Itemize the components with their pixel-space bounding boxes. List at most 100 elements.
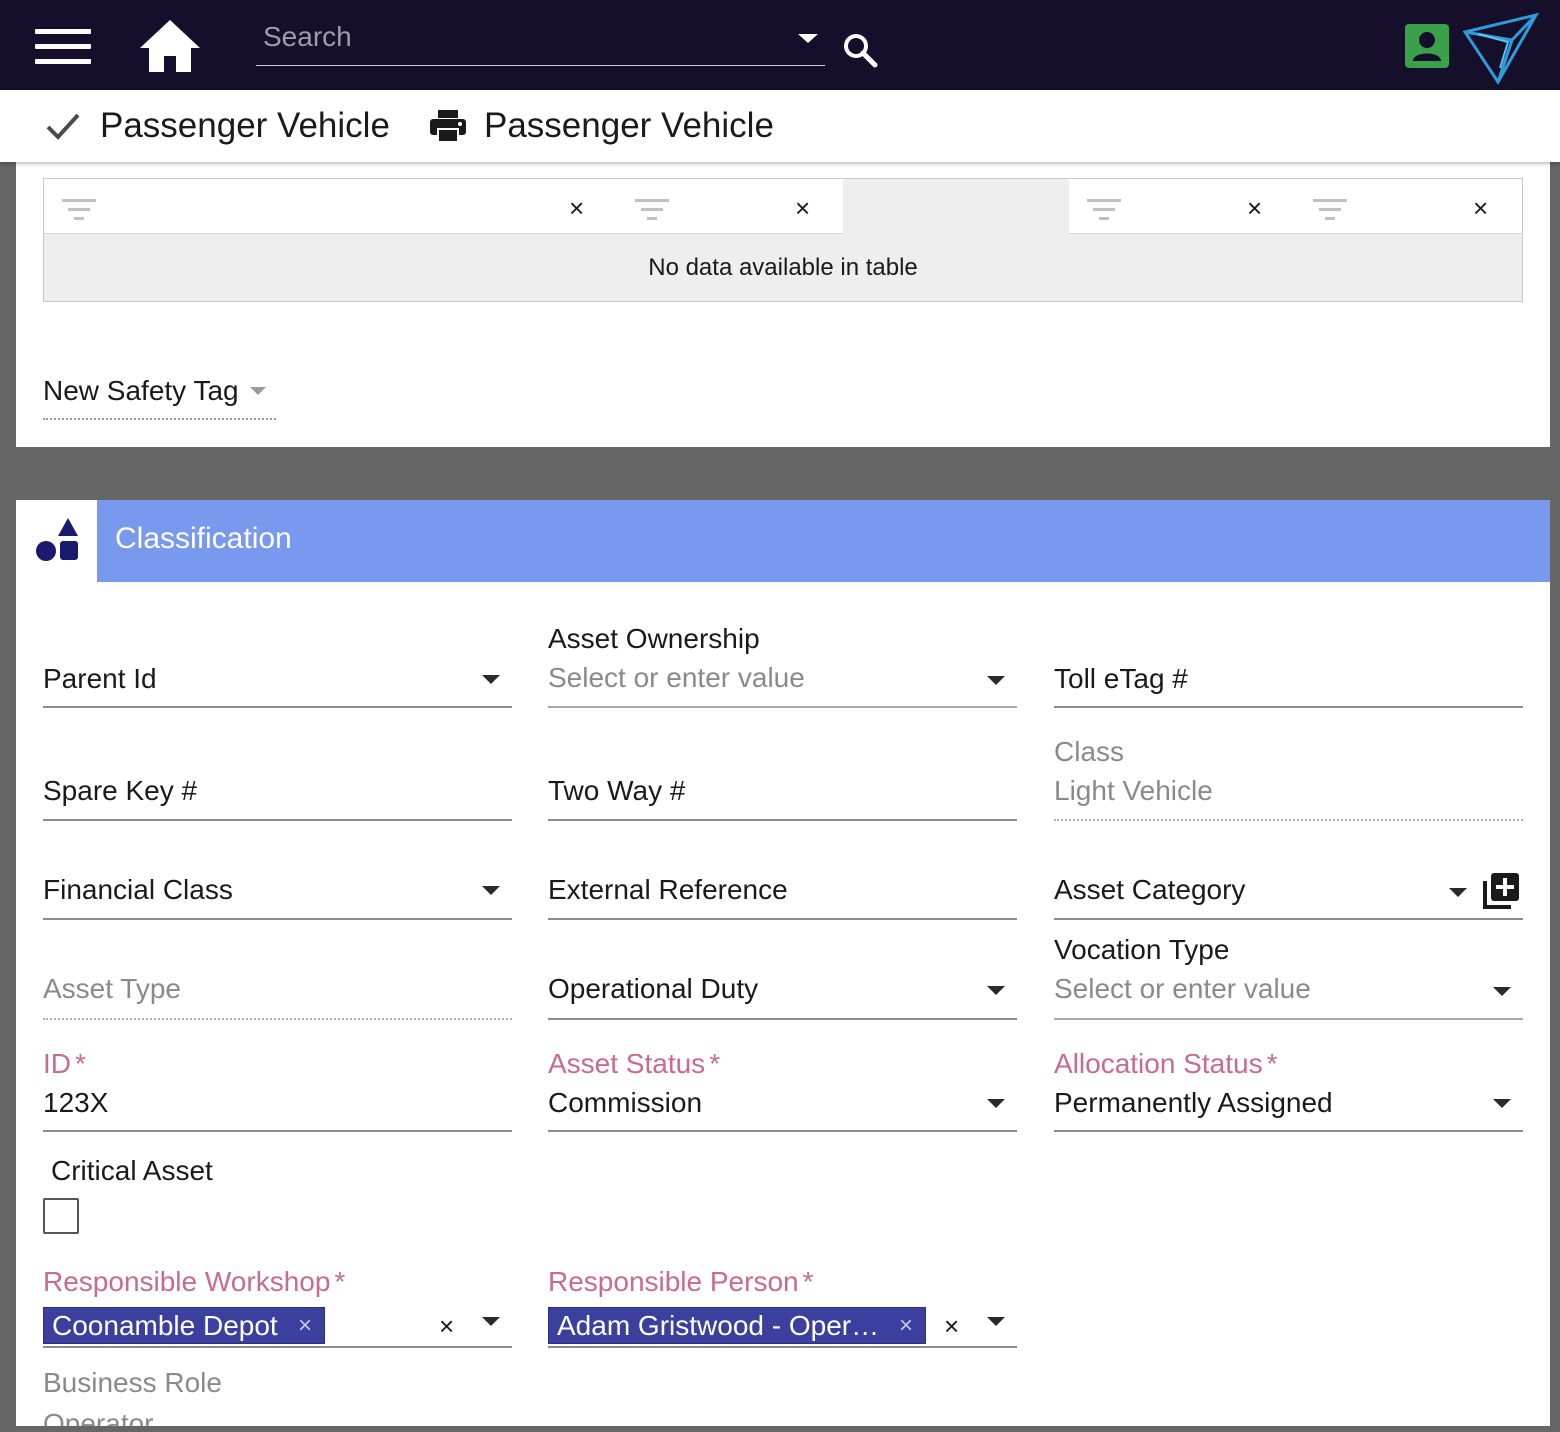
logo-icon: [1462, 12, 1540, 86]
asset-status-dropdown[interactable]: Asset Status * Commission: [548, 1038, 1017, 1132]
business-role-label: Business Role: [43, 1367, 222, 1398]
chip-label: Adam Gristwood - Oper…: [557, 1310, 880, 1341]
allocation-status-value: Permanently Assigned: [1054, 1087, 1333, 1118]
new-safety-tag-label: New Safety Tag: [43, 375, 239, 406]
external-reference-field[interactable]: External Reference: [548, 858, 1017, 920]
save-action[interactable]: Passenger Vehicle: [46, 104, 390, 148]
chevron-down-icon: [482, 1317, 500, 1326]
critical-asset-label: Critical Asset: [51, 1155, 213, 1186]
table-filter-row: × × × ×: [44, 179, 1522, 234]
safety-tags-table: × × × × No data available in table: [43, 178, 1523, 302]
clear-selection-icon[interactable]: ×: [439, 1311, 454, 1342]
clear-filter-icon[interactable]: ×: [795, 195, 810, 221]
class-value: Light Vehicle: [1054, 775, 1213, 806]
id-label: ID *: [43, 1048, 86, 1079]
allocation-status-dropdown[interactable]: Allocation Status * Permanently Assigned: [1054, 1038, 1523, 1132]
section-title: Classification: [115, 522, 292, 555]
class-field: Class Light Vehicle: [1054, 728, 1523, 821]
asset-ownership-label: Asset Ownership: [548, 623, 760, 654]
chip-remove-icon[interactable]: ×: [298, 1312, 312, 1340]
two-way-field[interactable]: Two Way #: [548, 758, 1017, 821]
vocation-type-dropdown[interactable]: Vocation Type Select or enter value: [1054, 928, 1523, 1020]
critical-asset-checkbox[interactable]: [43, 1198, 79, 1234]
responsible-person-select[interactable]: Responsible Person * Adam Gristwood - Ope…: [548, 1265, 1017, 1348]
selected-chip: Adam Gristwood - Oper… ×: [548, 1307, 926, 1344]
chevron-down-icon: [1493, 987, 1511, 996]
search-dropdown-icon[interactable]: [798, 34, 818, 43]
record-toolbar: Passenger Vehicle Passenger Vehicle: [0, 90, 1560, 162]
print-icon: [429, 109, 467, 143]
asset-status-value: Commission: [548, 1087, 703, 1118]
home-icon[interactable]: [138, 18, 202, 74]
parent-id-label: Parent Id: [43, 663, 157, 694]
user-account-icon[interactable]: [1404, 23, 1450, 69]
filter-icon: [62, 199, 96, 220]
print-action-label: Passenger Vehicle: [484, 106, 774, 145]
toll-etag-field[interactable]: Toll eTag #: [1054, 645, 1523, 708]
two-way-label: Two Way #: [548, 775, 686, 806]
clear-selection-icon[interactable]: ×: [944, 1311, 959, 1342]
search-input[interactable]: [263, 20, 783, 54]
chevron-down-icon: [1493, 1099, 1511, 1108]
chevron-down-icon: [987, 986, 1005, 995]
vocation-type-placeholder: Select or enter value: [1054, 973, 1311, 1004]
chevron-down-icon: [987, 676, 1005, 685]
vocation-type-label: Vocation Type: [1054, 934, 1230, 965]
spare-key-label: Spare Key #: [43, 775, 198, 806]
chevron-down-icon: [987, 1317, 1005, 1326]
business-role-field: Business Role Operator: [43, 1366, 512, 1426]
responsible-person-label: Responsible Person *: [548, 1266, 814, 1297]
asset-ownership-placeholder: Select or enter value: [548, 662, 805, 693]
filter-icon: [1313, 199, 1347, 220]
check-icon: [46, 111, 80, 141]
chevron-down-icon: [482, 886, 500, 895]
asset-category-dropdown[interactable]: Asset Category: [1054, 858, 1523, 920]
chevron-down-icon: [987, 1099, 1005, 1108]
financial-class-label: Financial Class: [43, 874, 233, 905]
column-filter[interactable]: ×: [1295, 179, 1522, 234]
asset-ownership-dropdown[interactable]: Asset Ownership Select or enter value: [548, 615, 1017, 708]
responsible-workshop-select[interactable]: Responsible Workshop * Coonamble Depot × …: [43, 1265, 512, 1348]
spare-key-field[interactable]: Spare Key #: [43, 758, 512, 821]
section-title-bar: Classification: [97, 500, 1550, 582]
empty-table-message: No data available in table: [44, 234, 1522, 301]
operational-duty-dropdown[interactable]: Operational Duty: [548, 958, 1017, 1020]
empty-filter-cell: [843, 179, 1069, 234]
clear-filter-icon[interactable]: ×: [1247, 195, 1262, 221]
add-category-icon[interactable]: [1482, 872, 1520, 910]
classification-card: Classification Parent Id Asset Ownership…: [16, 500, 1550, 1426]
search-field[interactable]: [256, 14, 825, 66]
chip-remove-icon[interactable]: ×: [899, 1312, 913, 1340]
clear-filter-icon[interactable]: ×: [569, 195, 584, 221]
allocation-status-label: Allocation Status *: [1054, 1048, 1278, 1079]
toll-etag-label: Toll eTag #: [1054, 663, 1188, 694]
chevron-down-icon: [482, 675, 500, 684]
id-field[interactable]: ID * 123X: [43, 1038, 512, 1132]
class-label: Class: [1054, 736, 1125, 767]
column-filter[interactable]: ×: [44, 179, 617, 234]
chevron-down-icon: [1449, 888, 1467, 897]
parent-id-dropdown[interactable]: Parent Id: [43, 645, 512, 708]
classification-header[interactable]: Classification: [16, 500, 1550, 582]
shapes-icon: [16, 500, 97, 582]
clear-filter-icon[interactable]: ×: [1473, 195, 1488, 221]
filter-icon: [635, 199, 669, 220]
menu-icon[interactable]: [35, 27, 91, 65]
safety-tags-card: × × × × No data available in table New S…: [16, 160, 1550, 447]
column-filter[interactable]: ×: [1069, 179, 1295, 234]
new-safety-tag-dropdown[interactable]: New Safety Tag: [43, 370, 276, 420]
business-role-value: Operator: [43, 1408, 154, 1426]
asset-status-label: Asset Status *: [548, 1048, 721, 1079]
save-action-label: Passenger Vehicle: [100, 106, 390, 145]
asset-type-field: Asset Type: [43, 958, 512, 1020]
chevron-down-icon: [250, 387, 266, 395]
responsible-workshop-label: Responsible Workshop *: [43, 1266, 346, 1297]
asset-type-label: Asset Type: [43, 973, 182, 1004]
operational-duty-label: Operational Duty: [548, 973, 759, 1004]
column-filter[interactable]: ×: [617, 179, 843, 234]
filter-icon: [1087, 199, 1121, 220]
print-action[interactable]: Passenger Vehicle: [429, 104, 774, 148]
financial-class-dropdown[interactable]: Financial Class: [43, 858, 512, 920]
external-reference-label: External Reference: [548, 874, 788, 905]
search-icon[interactable]: [842, 32, 878, 68]
